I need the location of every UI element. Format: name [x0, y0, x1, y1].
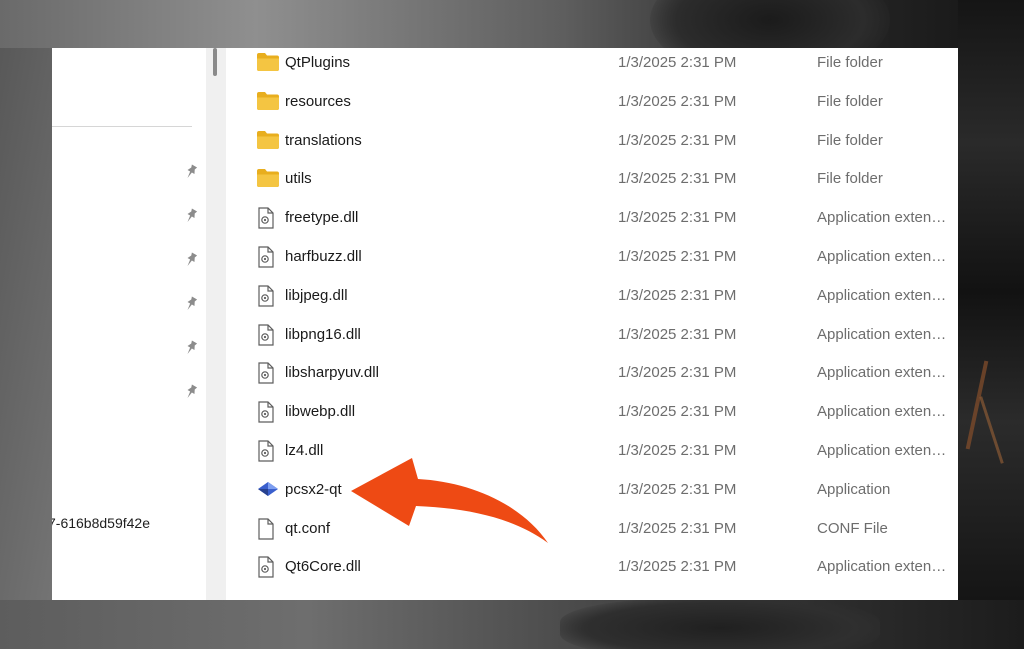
file-row[interactable]: resources 1/3/2025 2:31 PM File folder: [226, 83, 958, 121]
file-type: File folder: [817, 170, 883, 188]
file-date-modified: 1/3/2025 2:31 PM: [618, 54, 737, 71]
file-type: Application exten…: [817, 209, 947, 227]
dll-file-icon: [256, 440, 282, 462]
file-date-modified: 1/3/2025 2:31 PM: [618, 519, 737, 537]
file-name[interactable]: translations: [285, 132, 362, 149]
blank-file-icon: [256, 517, 282, 540]
file-name[interactable]: libjpeg.dll: [285, 287, 348, 304]
file-row[interactable]: freetype.dll 1/3/2025 2:31 PM Application …: [226, 199, 958, 237]
file-row[interactable]: utils 1/3/2025 2:31 PM File folder: [226, 160, 958, 198]
dll-file-icon: [256, 207, 282, 229]
file-type: Application exten…: [817, 403, 947, 421]
file-row[interactable]: libpng16.dll 1/3/2025 2:31 PM Application …: [226, 316, 958, 354]
file-type: Application exten…: [817, 286, 947, 304]
folder-icon: [256, 52, 282, 74]
file-type: File folder: [817, 92, 883, 110]
file-type: File folder: [817, 54, 883, 71]
file-date-modified: 1/3/2025 2:31 PM: [618, 170, 737, 188]
pcsx2-app-icon: [256, 479, 282, 501]
file-date-modified: 1/3/2025 2:31 PM: [618, 558, 737, 576]
file-row[interactable]: pcsx2-qt 1/3/2025 2:31 PM Application: [226, 471, 958, 509]
file-name[interactable]: lz4.dll: [285, 442, 323, 459]
file-explorer-window: 7-616b8d59f42e QtPlugins 1/3/2025 2:31 PM…: [52, 48, 958, 600]
file-row[interactable]: libjpeg.dll 1/3/2025 2:31 PM Application e…: [226, 277, 958, 315]
file-name[interactable]: resources: [285, 93, 351, 110]
nav-item-label[interactable]: 7-616b8d59f42e: [52, 515, 150, 531]
background-right-strip: [958, 0, 1024, 649]
file-name[interactable]: pcsx2-qt: [285, 481, 342, 498]
file-type: Application exten…: [817, 325, 947, 343]
file-list: QtPlugins 1/3/2025 2:31 PM File folder reso…: [226, 48, 958, 600]
file-row[interactable]: translations 1/3/2025 2:31 PM File folder: [226, 122, 958, 160]
pin-icon[interactable]: [183, 208, 199, 224]
pin-icon[interactable]: [183, 384, 199, 400]
file-date-modified: 1/3/2025 2:31 PM: [618, 131, 737, 149]
pin-icon[interactable]: [183, 340, 199, 356]
folder-icon: [256, 130, 282, 152]
dll-file-icon: [256, 246, 282, 268]
file-date-modified: 1/3/2025 2:31 PM: [618, 209, 737, 227]
file-row[interactable]: harfbuzz.dll 1/3/2025 2:31 PM Application …: [226, 238, 958, 276]
file-type: Application exten…: [817, 248, 947, 265]
file-type: Application exten…: [817, 364, 947, 382]
file-name[interactable]: libsharpyuv.dll: [285, 364, 379, 381]
file-name[interactable]: libpng16.dll: [285, 326, 361, 343]
file-name[interactable]: libwebp.dll: [285, 403, 355, 420]
file-row[interactable]: libsharpyuv.dll 1/3/2025 2:31 PM Applicati…: [226, 354, 958, 392]
file-type: CONF File: [817, 519, 888, 537]
dll-file-icon: [256, 401, 282, 423]
folder-icon: [256, 168, 282, 190]
dll-file-icon: [256, 362, 282, 384]
nav-scrollbar[interactable]: [206, 48, 226, 600]
file-date-modified: 1/3/2025 2:31 PM: [618, 92, 737, 110]
file-row[interactable]: libwebp.dll 1/3/2025 2:31 PM Application e…: [226, 393, 958, 431]
file-type: Application exten…: [817, 558, 947, 576]
file-name[interactable]: Qt6Core.dll: [285, 558, 361, 575]
file-name[interactable]: harfbuzz.dll: [285, 248, 362, 265]
file-name[interactable]: qt.conf: [285, 520, 330, 537]
file-type: Application exten…: [817, 442, 947, 459]
file-date-modified: 1/3/2025 2:31 PM: [618, 403, 737, 421]
dll-file-icon: [256, 556, 282, 578]
file-date-modified: 1/3/2025 2:31 PM: [618, 325, 737, 343]
folder-icon: [256, 91, 282, 113]
background-shape: [560, 598, 880, 649]
file-date-modified: 1/3/2025 2:31 PM: [618, 480, 737, 498]
file-name[interactable]: freetype.dll: [285, 209, 358, 226]
pin-icon[interactable]: [183, 164, 199, 180]
file-date-modified: 1/3/2025 2:31 PM: [618, 442, 737, 459]
pin-icon[interactable]: [183, 296, 199, 312]
file-date-modified: 1/3/2025 2:31 PM: [618, 364, 737, 382]
dll-file-icon: [256, 285, 282, 307]
file-name[interactable]: QtPlugins: [285, 54, 350, 71]
file-name[interactable]: utils: [285, 170, 312, 187]
file-row[interactable]: Qt6Core.dll 1/3/2025 2:31 PM Application e…: [226, 548, 958, 586]
file-row[interactable]: QtPlugins 1/3/2025 2:31 PM File folder: [226, 48, 958, 82]
file-type: Application: [817, 480, 891, 498]
file-row[interactable]: qt.conf 1/3/2025 2:31 PM CONF File: [226, 510, 958, 548]
nav-divider: [52, 126, 192, 127]
dll-file-icon: [256, 323, 282, 346]
navigation-pane: 7-616b8d59f42e: [52, 48, 208, 600]
file-row[interactable]: lz4.dll 1/3/2025 2:31 PM Application exten…: [226, 432, 958, 470]
file-type: File folder: [817, 131, 883, 149]
pin-icon[interactable]: [183, 252, 199, 268]
file-date-modified: 1/3/2025 2:31 PM: [618, 286, 737, 304]
file-date-modified: 1/3/2025 2:31 PM: [618, 248, 737, 265]
nav-scrollbar-thumb[interactable]: [213, 48, 217, 76]
